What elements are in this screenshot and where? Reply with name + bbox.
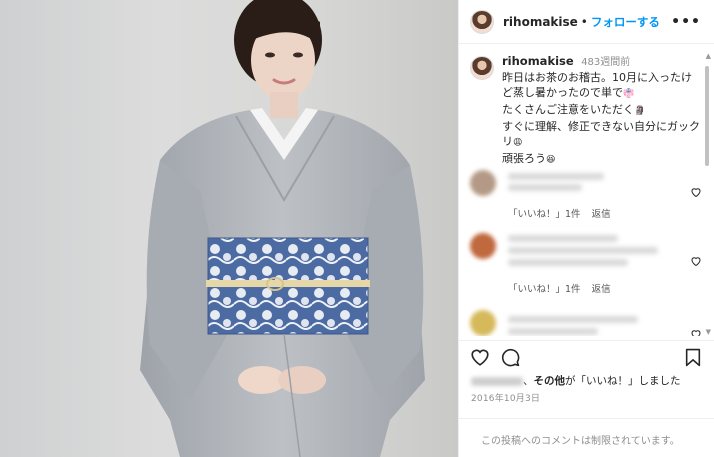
likes-suffix: が「いいね！」しました [565,375,681,387]
comments-list[interactable]: rihomakise 483週間前 昨日はお茶のお稽古。10月に入ったけ ど蒸し… [459,48,714,336]
comment-item: 「いいね！」1件 返信 [470,170,702,230]
post-header: rihomakise • フォローする ••• [459,0,714,44]
likes-summary: 、その他が「いいね！」しました [471,373,681,388]
follow-button[interactable]: フォローする [591,14,660,30]
moai-emoji-icon: 🗿 [634,106,646,116]
profile-avatar[interactable] [470,9,494,34]
comments-restricted-notice: この投稿へのコメントは制限されています。 [459,418,714,457]
caption-avatar[interactable] [470,56,494,80]
reply-button[interactable]: 返信 [592,209,611,220]
weary-emoji-icon: 😩 [513,138,523,148]
reply-button[interactable]: 返信 [592,284,611,295]
comment-meta: 「いいね！」1件 返信 [508,281,619,295]
scroll-up-arrow-icon[interactable]: ▲ [706,52,711,60]
caption-line: 頑張ろう [502,152,546,165]
header-separator: • [580,14,588,29]
smile-emoji-icon: 😆 [546,155,556,165]
comment-like-count[interactable]: 「いいね！」1件 [508,209,581,220]
comment-like-count[interactable]: 「いいね！」1件 [508,284,581,295]
caption-line: たくさんご注意をいただく [502,103,634,116]
scrollbar-thumb[interactable] [705,66,709,166]
comment-item: 「いいね！」1件 返信 [470,233,702,295]
more-icon[interactable]: ••• [671,14,701,30]
caption-line: ど蒸し暑かったので単で [502,86,623,99]
scroll-down-arrow-icon[interactable]: ▼ [706,328,711,336]
heart-icon[interactable] [690,328,702,336]
action-bar [459,340,714,370]
like-heart-icon[interactable] [470,348,490,366]
post-photo[interactable] [0,0,458,457]
heart-icon[interactable] [690,255,702,267]
comment-icon[interactable] [501,348,520,367]
liker-name-blurred[interactable] [471,376,523,386]
caption-line: 昨日はお茶のお稽古。10月に入ったけ [502,71,692,84]
caption-time[interactable]: 483週間前 [581,57,630,68]
comment-meta: 「いいね！」1件 返信 [508,206,619,220]
caption-line: すぐに理解、修正できない自分にガック [502,120,700,133]
caption-username[interactable]: rihomakise [502,54,574,68]
caption: rihomakise 483週間前 昨日はお茶のお稽古。10月に入ったけ ど蒸し… [459,48,714,168]
comment-avatar[interactable] [470,233,496,259]
likes-others-link[interactable]: その他 [534,375,566,387]
comment-avatar[interactable] [470,170,496,196]
kimono-woman-photo [140,0,425,457]
header-username[interactable]: rihomakise [503,15,578,29]
likes-separator: 、 [523,375,534,387]
comment-item [470,310,702,336]
kimono-emoji-icon: 👘 [623,89,635,99]
post-sidebar: rihomakise • フォローする ••• rihomakise 483週間… [458,0,714,457]
heart-icon[interactable] [690,186,702,198]
comment-avatar[interactable] [470,310,496,336]
caption-line: リ [502,135,513,148]
bookmark-icon[interactable] [685,348,701,367]
post-date[interactable]: 2016年10月3日 [471,391,540,404]
